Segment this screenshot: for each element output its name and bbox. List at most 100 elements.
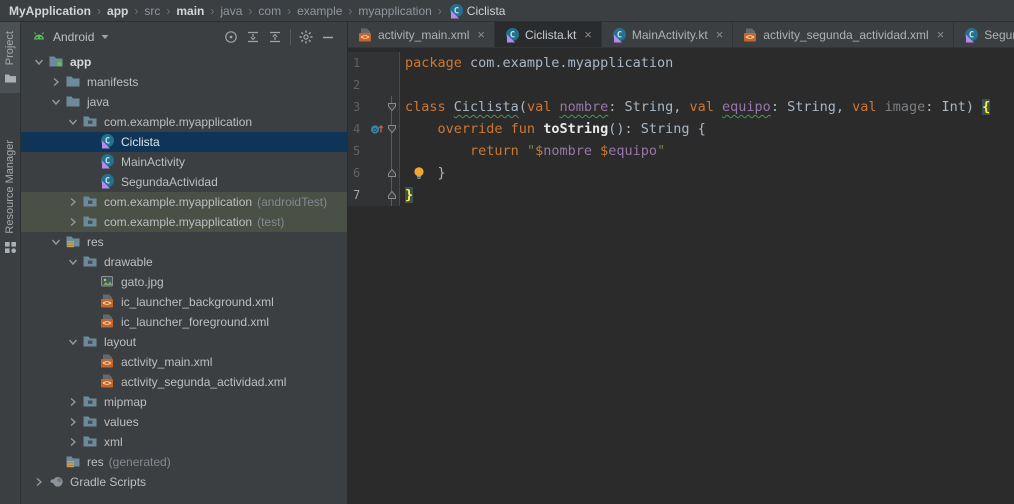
editor-gutter[interactable]: 6 bbox=[348, 162, 400, 184]
tree-row-ic-launcher-foreground-xml[interactable]: <> ic_launcher_foreground.xml bbox=[21, 312, 347, 332]
tree-row-label: activity_main.xml bbox=[121, 355, 212, 369]
collapse-all-icon[interactable] bbox=[264, 26, 286, 48]
chevron-right-icon[interactable] bbox=[64, 394, 82, 410]
breadcrumb-item[interactable]: example bbox=[297, 4, 342, 18]
chevron-right-icon[interactable] bbox=[64, 434, 82, 450]
code-line-1[interactable]: 1 package com.example.myapplication bbox=[348, 52, 1014, 74]
close-icon[interactable]: × bbox=[716, 27, 724, 42]
tree-row-label: manifests bbox=[87, 75, 138, 89]
chevron-down-icon[interactable] bbox=[64, 254, 82, 270]
tree-row-label: ic_launcher_background.xml bbox=[121, 295, 274, 309]
code-text: } bbox=[400, 162, 446, 184]
chevron-right-icon[interactable] bbox=[30, 474, 48, 490]
code-line-2[interactable]: 2 bbox=[348, 74, 1014, 96]
tree-row-layout[interactable]: layout bbox=[21, 332, 347, 352]
code-editor[interactable]: 1 package com.example.myapplication 2 3 … bbox=[348, 48, 1014, 504]
editor-tab-ciclista-kt[interactable]: C Ciclista.kt × bbox=[495, 22, 602, 47]
chevron-down-icon[interactable] bbox=[64, 114, 82, 130]
chevron-down-icon[interactable] bbox=[64, 334, 82, 350]
close-icon[interactable]: × bbox=[477, 27, 485, 42]
code-line-4[interactable]: 4 o override fun toString(): String { bbox=[348, 118, 1014, 140]
tree-row-manifests[interactable]: manifests bbox=[21, 72, 347, 92]
editor-gutter[interactable]: 2 bbox=[348, 74, 400, 96]
intention-bulb-icon[interactable] bbox=[412, 166, 426, 184]
breadcrumb-item[interactable]: MyApplication bbox=[9, 4, 91, 18]
tool-stripe-button-resource-manager[interactable]: Resource Manager bbox=[0, 131, 20, 262]
tree-row-com-example-myapplication[interactable]: com.example.myapplication bbox=[21, 112, 347, 132]
hide-icon[interactable] bbox=[317, 26, 339, 48]
settings-icon[interactable] bbox=[295, 26, 317, 48]
tree-row-label: Gradle Scripts bbox=[70, 475, 146, 489]
editor-gutter[interactable]: 7 bbox=[348, 184, 400, 206]
tree-row-ic-launcher-background-xml[interactable]: <> ic_launcher_background.xml bbox=[21, 292, 347, 312]
tree-row-res[interactable]: res (generated) bbox=[21, 452, 347, 472]
code-text: return "$nombre $equipo" bbox=[400, 140, 665, 162]
chevron-right-icon[interactable] bbox=[64, 414, 82, 430]
breadcrumb-separator-icon: › bbox=[348, 4, 352, 18]
code-line-7[interactable]: 7 } bbox=[348, 184, 1014, 206]
folder-icon bbox=[65, 73, 81, 89]
project-view-selector[interactable]: Android bbox=[31, 29, 110, 45]
editor-tab-activity-segunda-actividad-xml[interactable]: <> activity_segunda_actividad.xml × bbox=[733, 22, 954, 47]
editor-tab-activity-main-xml[interactable]: <> activity_main.xml × bbox=[348, 22, 495, 47]
tree-row-com-example-myapplication[interactable]: com.example.myapplication (test) bbox=[21, 212, 347, 232]
breadcrumb-item[interactable]: myapplication bbox=[358, 4, 431, 18]
image-file-icon bbox=[99, 273, 115, 289]
fold-marker-icon[interactable] bbox=[385, 162, 399, 184]
chevron-right-icon[interactable] bbox=[47, 74, 65, 90]
tree-row-activity-segunda-actividad-xml[interactable]: <> activity_segunda_actividad.xml bbox=[21, 372, 347, 392]
tree-row-app[interactable]: app bbox=[21, 52, 347, 72]
editor-gutter[interactable]: 1 bbox=[348, 52, 400, 74]
breadcrumb-item[interactable]: java bbox=[220, 4, 242, 18]
breadcrumb-item[interactable]: src bbox=[144, 4, 160, 18]
tree-row-gradle-scripts[interactable]: Gradle Scripts bbox=[21, 472, 347, 492]
locate-icon[interactable] bbox=[220, 26, 242, 48]
fold-marker-icon[interactable] bbox=[385, 184, 399, 206]
tree-row-java[interactable]: java bbox=[21, 92, 347, 112]
expand-all-icon[interactable] bbox=[242, 26, 264, 48]
breadcrumb-item[interactable]: CCiclista bbox=[448, 3, 506, 19]
chev-down-icon bbox=[48, 234, 64, 250]
breadcrumb-item[interactable]: main bbox=[176, 4, 204, 18]
editor-tab-segundaa[interactable]: C SegundaA bbox=[954, 22, 1014, 47]
chev-right-icon bbox=[65, 414, 81, 430]
tab-label: Ciclista.kt bbox=[525, 28, 576, 42]
code-line-5[interactable]: 5 return "$nombre $equipo" bbox=[348, 140, 1014, 162]
chevron-down-icon[interactable] bbox=[47, 94, 65, 110]
chevron-down-icon[interactable] bbox=[47, 234, 65, 250]
editor-gutter[interactable]: 5 bbox=[348, 140, 400, 162]
tool-stripe-label: Project bbox=[4, 31, 16, 65]
tree-row-drawable[interactable]: drawable bbox=[21, 252, 347, 272]
editor-gutter[interactable]: 3 bbox=[348, 96, 400, 118]
close-icon[interactable]: × bbox=[584, 27, 592, 42]
chevron-right-icon[interactable] bbox=[64, 194, 82, 210]
breadcrumb-separator-icon: › bbox=[210, 4, 214, 18]
editor-tab-mainactivity-kt[interactable]: C MainActivity.kt × bbox=[602, 22, 733, 47]
tree-row-segundaactividad[interactable]: C SegundaActividad bbox=[21, 172, 347, 192]
code-line-6[interactable]: 6 } bbox=[348, 162, 1014, 184]
tree-row-gato-jpg[interactable]: gato.jpg bbox=[21, 272, 347, 292]
xml-file-icon: <> bbox=[357, 27, 373, 43]
breadcrumb-item[interactable]: com bbox=[258, 4, 281, 18]
tree-row-mipmap[interactable]: mipmap bbox=[21, 392, 347, 412]
fold-marker-icon[interactable] bbox=[385, 118, 399, 140]
tree-row-ciclista[interactable]: C Ciclista bbox=[21, 132, 347, 152]
chevron-down-icon[interactable] bbox=[30, 54, 48, 70]
breadcrumb-item[interactable]: app bbox=[107, 4, 128, 18]
tree-row-activity-main-xml[interactable]: <> activity_main.xml bbox=[21, 352, 347, 372]
tree-row-xml[interactable]: xml bbox=[21, 432, 347, 452]
chev-down-icon bbox=[65, 254, 81, 270]
folder-icon bbox=[65, 93, 81, 109]
tree-row-values[interactable]: values bbox=[21, 412, 347, 432]
override-method-icon[interactable]: o bbox=[368, 122, 385, 136]
tree-row-res[interactable]: res bbox=[21, 232, 347, 252]
code-line-3[interactable]: 3 class Ciclista(val nombre: String, val… bbox=[348, 96, 1014, 118]
tree-row-mainactivity[interactable]: C MainActivity bbox=[21, 152, 347, 172]
close-icon[interactable]: × bbox=[937, 27, 945, 42]
tool-stripe-button-project[interactable]: Project bbox=[0, 22, 20, 93]
tree-row-com-example-myapplication[interactable]: com.example.myapplication (androidTest) bbox=[21, 192, 347, 212]
fold-marker-icon[interactable] bbox=[385, 96, 399, 118]
editor-gutter[interactable]: 4 o bbox=[348, 118, 400, 140]
chevron-right-icon[interactable] bbox=[64, 214, 82, 230]
svg-text:o: o bbox=[372, 126, 376, 134]
